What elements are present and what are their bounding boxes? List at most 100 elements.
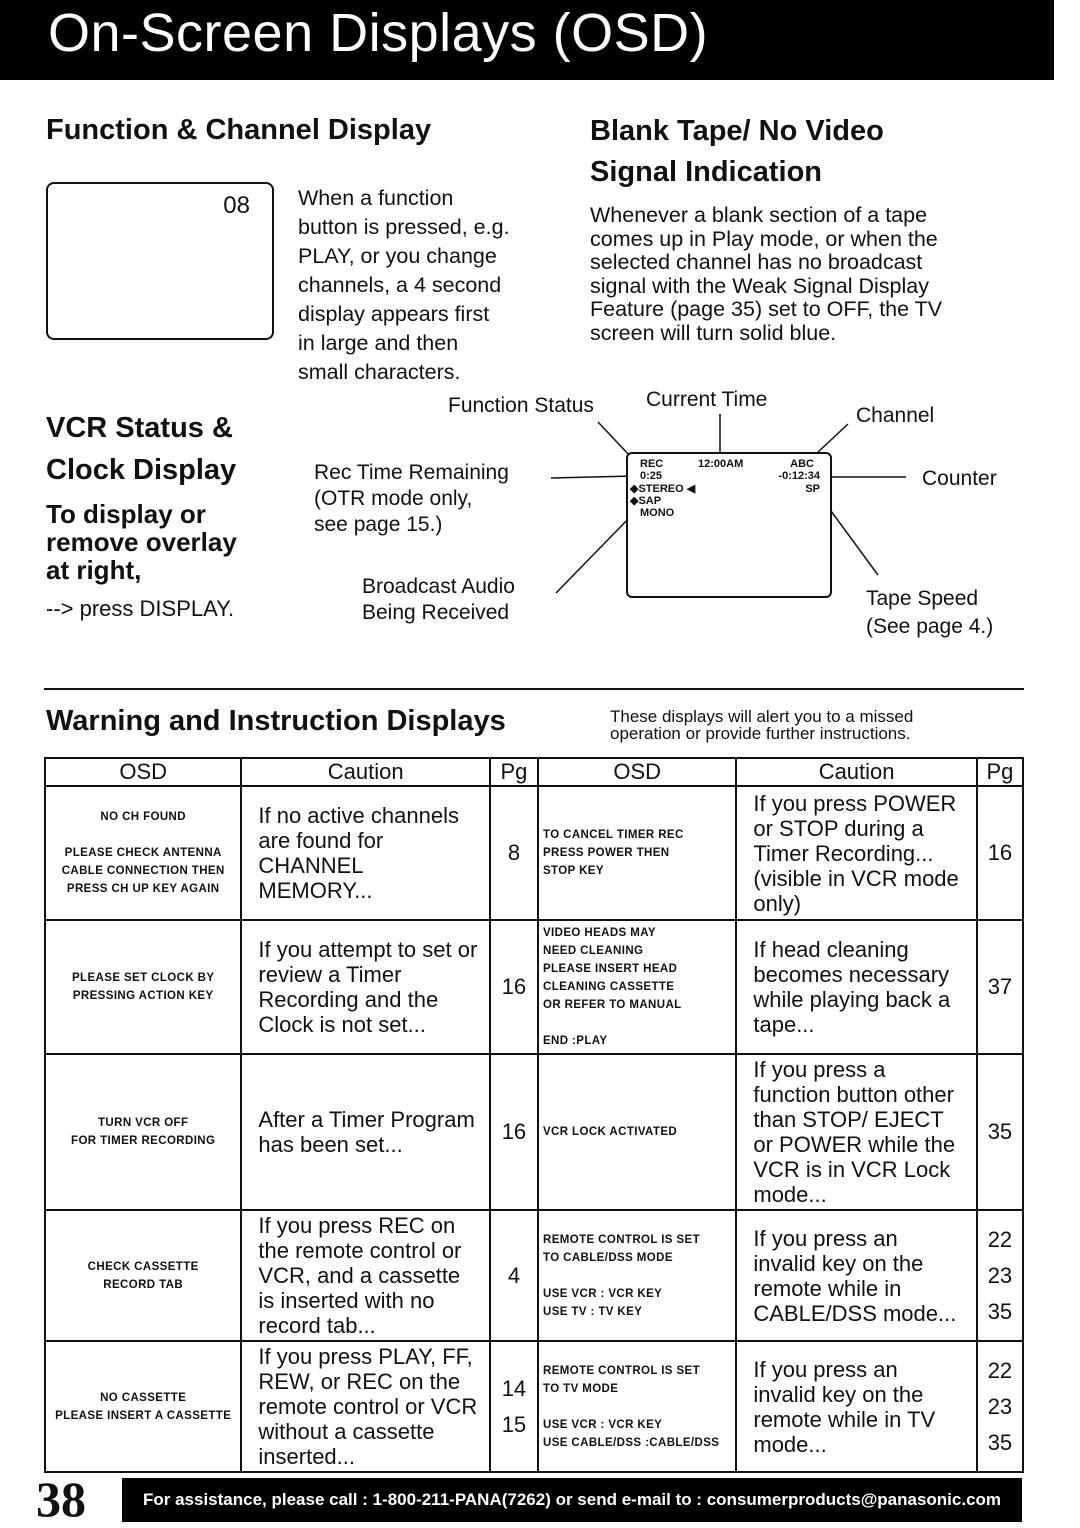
osd-line — [50, 826, 236, 844]
osd-message: REMOTE CONTROL IS SET TO CABLE/DSS MODE US… — [536, 1209, 738, 1342]
page-number-ref: 22 — [987, 1226, 1013, 1252]
osd-line: PLEASE SET CLOCK BY — [71, 972, 215, 984]
osd-line — [543, 1014, 731, 1032]
column-header-pg: Pg — [975, 757, 1025, 787]
osd-message: REMOTE CONTROL IS SET TO TV MODE USE VCR :… — [536, 1340, 738, 1473]
table-row: PLEASE SET CLOCK BY PRESSING ACTION KEY If… — [43, 919, 1025, 1055]
screen-counter: -0:12:34 — [778, 470, 820, 482]
osd-line — [543, 1398, 731, 1416]
caution-text: If you attempt to set or review a Timer … — [240, 919, 491, 1055]
screen-speed: SP — [805, 483, 820, 495]
page-reference: 16 — [488, 1053, 539, 1211]
osd-line: NO CASSETTE — [100, 1391, 187, 1404]
osd-line: NEED CLEANING — [542, 945, 644, 957]
page-reference: 8 — [488, 785, 539, 921]
osd-line: PLEASE INSERT HEAD — [542, 963, 678, 975]
page-reference: 14 15 — [488, 1340, 539, 1473]
page-reference: 16 — [975, 785, 1025, 921]
table-row: CHECK CASSETTE RECORD TAB If you press REC… — [43, 1209, 1025, 1342]
page-number-ref: 16 — [987, 840, 1013, 865]
osd-line — [543, 1267, 731, 1285]
tv-screen-status: REC 12:00AM ABC 0:25 -0:12:34 ◆STEREO ◀ … — [626, 452, 832, 598]
osd-line: CLEANING CASSETTE — [542, 981, 675, 993]
leader-channel — [815, 423, 849, 455]
section-divider — [44, 688, 1024, 690]
osd-line: USE TV : TV KEY — [542, 1305, 643, 1318]
caution-text: After a Timer Program has been set... — [240, 1053, 491, 1211]
page-reference: 22 23 35 — [975, 1340, 1025, 1473]
label-broadcast-audio: Broadcast Audio Being Received — [362, 575, 515, 624]
page-number-ref: 35 — [987, 1298, 1013, 1324]
table-header-row: OSD Caution Pg OSD Caution Pg — [43, 757, 1025, 787]
osd-line: PRESS CH UP KEY AGAIN — [66, 883, 220, 895]
page-number-ref: 23 — [987, 1262, 1013, 1288]
page-reference: 22 23 35 — [975, 1209, 1025, 1342]
osd-message: VIDEO HEADS MAY NEED CLEANING PLEASE INSER… — [536, 919, 738, 1055]
caution-text: If you press an invalid key on the remot… — [735, 1209, 978, 1342]
label-function-status: Function Status — [448, 394, 594, 417]
caution-text: If you press POWER or STOP during a Time… — [735, 785, 978, 921]
page-number: 38 — [36, 1471, 86, 1527]
osd-line: USE VCR : VCR KEY — [542, 1418, 663, 1431]
page-number-ref: 8 — [507, 840, 521, 865]
column-header-osd: OSD — [43, 757, 243, 787]
caution-text: If you press a function button other tha… — [735, 1053, 978, 1211]
osd-message: PLEASE SET CLOCK BY PRESSING ACTION KEY — [43, 919, 243, 1055]
osd-line: FOR TIMER RECORDING — [71, 1135, 216, 1147]
osd-line: CABLE CONNECTION THEN — [61, 865, 225, 877]
page-number-ref: 16 — [501, 1119, 527, 1144]
assistance-bar: For assistance, please call : 1-800-211-… — [122, 1478, 1022, 1522]
leader-rec-time — [550, 475, 635, 479]
table-row: NO CH FOUND PLEASE CHECK ANTENNA CABLE CON… — [43, 785, 1025, 921]
warnings-heading: Warning and Instruction Displays — [46, 705, 506, 737]
caution-text: If no active channels are found for CHAN… — [240, 785, 491, 921]
table-row: TURN VCR OFF FOR TIMER RECORDING After a T… — [43, 1053, 1025, 1211]
osd-line: USE VCR : VCR KEY — [542, 1287, 663, 1300]
page-reference: 37 — [975, 919, 1025, 1055]
page-number-ref: 4 — [507, 1262, 521, 1288]
leader-broadcast-audio — [555, 512, 635, 594]
screen-stereo: STEREO — [638, 483, 684, 495]
osd-line: PRESSING ACTION KEY — [72, 990, 214, 1002]
label-tape-speed: Tape Speed (See page 4.) — [866, 587, 994, 638]
osd-line: REMOTE CONTROL IS SET — [542, 1233, 701, 1246]
osd-message: CHECK CASSETTE RECORD TAB — [43, 1209, 243, 1342]
warnings-note: These displays will alert you to a misse… — [610, 707, 914, 743]
osd-message: NO CASSETTE PLEASE INSERT A CASSETTE — [43, 1340, 243, 1473]
page-reference: 4 — [488, 1209, 539, 1342]
column-header-pg: Pg — [488, 757, 539, 787]
osd-line: TURN VCR OFF — [97, 1117, 189, 1129]
page-number-ref: 35 — [987, 1429, 1013, 1455]
osd-line: END :PLAY — [542, 1035, 608, 1047]
caution-text: If head cleaning becomes necessary while… — [735, 919, 978, 1055]
osd-message: VCR LOCK ACTIVATED — [536, 1053, 738, 1211]
table-row: NO CASSETTE PLEASE INSERT A CASSETTE If yo… — [43, 1340, 1025, 1473]
osd-line: REMOTE CONTROL IS SET — [542, 1364, 701, 1377]
page-number-ref: 15 — [501, 1411, 527, 1437]
label-counter: Counter — [922, 467, 997, 490]
osd-line: VIDEO HEADS MAY — [542, 927, 656, 939]
label-rec-time: Rec Time Remaining (OTR mode only, see p… — [314, 461, 509, 536]
osd-line: CHECK CASSETTE — [87, 1260, 199, 1273]
column-header-osd: OSD — [536, 757, 738, 787]
osd-line: TO TV MODE — [542, 1382, 619, 1395]
label-channel: Channel — [856, 404, 935, 427]
screen-sap: SAP — [638, 495, 662, 507]
caution-text: If you press an invalid key on the remot… — [735, 1340, 978, 1473]
osd-line: PLEASE CHECK ANTENNA — [64, 847, 222, 859]
screen-rec-remaining: 0:25 — [640, 470, 663, 482]
osd-line: PRESS POWER THEN — [542, 847, 670, 859]
osd-message: TO CANCEL TIMER REC PRESS POWER THEN STOP … — [536, 785, 738, 921]
screen-mono: MONO — [640, 507, 675, 519]
osd-line: RECORD TAB — [103, 1278, 184, 1291]
page-number-ref: 23 — [987, 1393, 1013, 1419]
page-reference: 35 — [975, 1053, 1025, 1211]
leader-function-status — [597, 421, 631, 457]
osd-line: USE CABLE/DSS :CABLE/DSS — [542, 1436, 720, 1449]
page-reference: 16 — [488, 919, 539, 1055]
column-header-caution: Caution — [735, 757, 978, 787]
page-number-ref: 22 — [987, 1357, 1013, 1383]
column-header-caution: Caution — [240, 757, 491, 787]
screen-time: 12:00AM — [698, 458, 744, 470]
caution-text: If you press REC on the remote control o… — [240, 1209, 491, 1342]
